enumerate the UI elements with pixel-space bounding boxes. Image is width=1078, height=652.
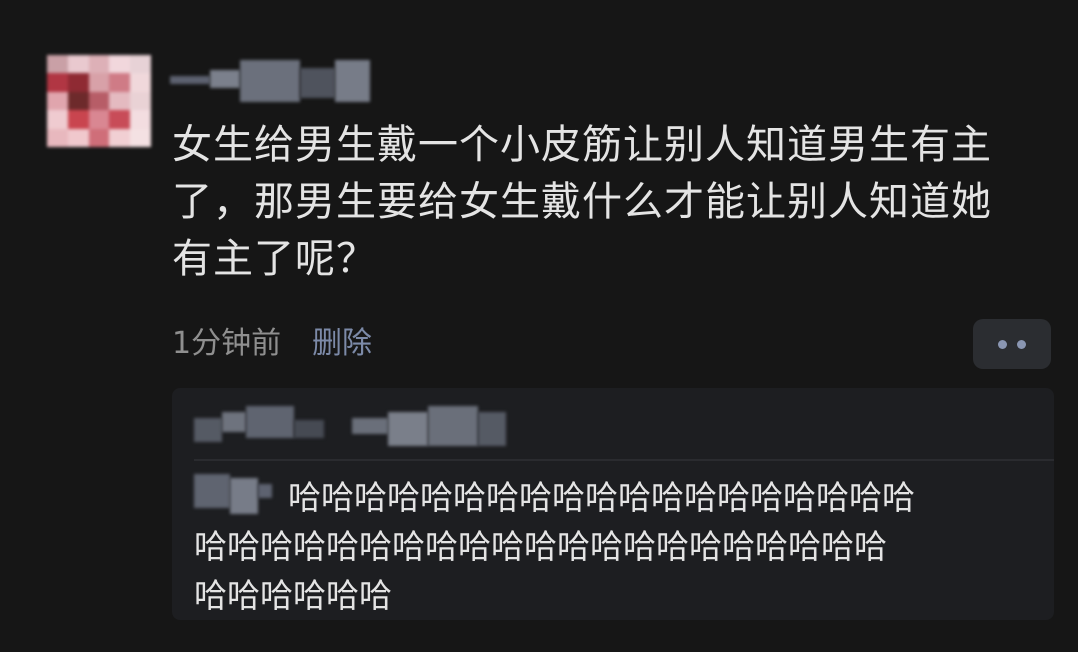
avatar[interactable] — [47, 55, 151, 147]
reply-box: 哈哈哈哈哈哈哈哈哈哈哈哈哈哈哈哈哈哈哈 哈哈哈哈哈哈哈哈哈哈哈哈哈哈哈哈哈哈哈哈… — [172, 388, 1054, 620]
more-dots-icon — [998, 339, 1007, 349]
comment-line: 有主了呢？ — [172, 236, 377, 282]
more-options-button[interactable] — [973, 319, 1051, 369]
comment-line: 女生给男生戴一个小皮筋让别人知道男生有主 — [172, 122, 992, 168]
reply-line: 哈哈哈哈哈哈哈哈哈哈哈哈哈哈哈哈哈哈哈哈哈 — [194, 527, 887, 566]
comment-timestamp: 1分钟前 — [172, 326, 282, 361]
reply-header-blurred — [194, 406, 514, 448]
comment-text: 女生给男生戴一个小皮筋让别人知道男生有主 了，那男生要给女生戴什么才能让别人知道… — [172, 117, 1052, 288]
reply-text: 哈哈哈哈哈哈哈哈哈哈哈哈哈哈哈哈哈哈哈 哈哈哈哈哈哈哈哈哈哈哈哈哈哈哈哈哈哈哈哈… — [194, 473, 1054, 620]
reply-divider — [194, 459, 1054, 461]
reply-line: 哈哈哈哈哈哈哈哈哈哈哈哈哈哈哈哈哈哈哈 — [288, 478, 915, 517]
more-dots-icon — [1017, 339, 1026, 349]
username-blurred[interactable] — [170, 60, 390, 102]
comment-line: 了，那男生要给女生戴什么才能让别人知道她 — [172, 179, 992, 225]
delete-button[interactable]: 删除 — [312, 322, 372, 366]
reply-line: 哈哈哈哈哈哈 — [194, 576, 392, 615]
